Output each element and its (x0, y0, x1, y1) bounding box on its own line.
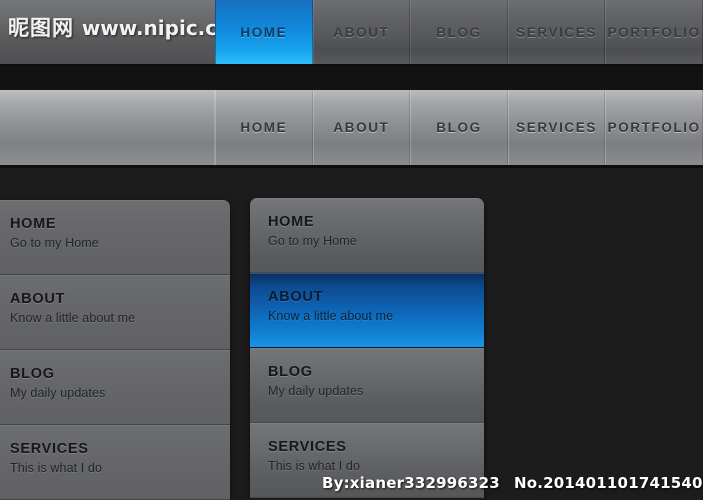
nav-second-label-services: SERVICES (516, 120, 597, 135)
nav-top-item-blog[interactable]: BLOG (410, 0, 508, 64)
dropdown-left-title-home: HOME (10, 216, 57, 232)
nav-second-label-portfolio: PORTFOLIO (607, 120, 701, 135)
dropdown-left-title-services: SERVICES (10, 441, 89, 457)
nav-top-item-services[interactable]: SERVICES (507, 0, 606, 64)
dropdown-right-item-about[interactable]: ABOUT Know a little about me (250, 273, 484, 348)
nav-top-item-about[interactable]: ABOUT (312, 0, 411, 64)
watermark-author: By:xianer332996323 (322, 474, 500, 492)
nav-top-label-home: HOME (240, 24, 288, 40)
dropdown-left-title-about: ABOUT (10, 291, 66, 307)
navbar-divider (0, 66, 703, 90)
dropdown-right-title-blog: BLOG (268, 364, 313, 380)
dropdown-right-sub-home: Go to my Home (268, 233, 357, 248)
menu-showcase-canvas: 昵图网 www.nipic.com HOME ABOUT BLOG SERVIC… (0, 0, 703, 500)
nav-top-label-blog: BLOG (436, 24, 482, 40)
watermark-asset-number: No.20140110174154061313 (513, 474, 703, 492)
nav-second-item-portfolio[interactable]: PORTFOLIO (605, 90, 703, 165)
dropdown-left-item-blog[interactable]: BLOG My daily updates (0, 350, 230, 425)
nav-second-item-home[interactable]: HOME (215, 90, 313, 165)
dropdown-right-sub-blog: My daily updates (268, 383, 364, 398)
dropdown-left-item-home[interactable]: HOME Go to my Home (0, 200, 230, 275)
primary-navbar-items: HOME ABOUT BLOG SERVICES PORTFOLIO (215, 0, 703, 64)
nav-top-label-about: ABOUT (333, 24, 390, 40)
nav-top-label-portfolio: PORTFOLIO (607, 24, 701, 40)
dropdown-right-sub-about: Know a little about me (268, 308, 394, 323)
dropdown-right-item-blog[interactable]: BLOG My daily updates (250, 348, 484, 423)
secondary-navbar: HOME ABOUT BLOG SERVICES PORTFOLIO (0, 90, 703, 168)
dropdown-left-sub-services: This is what I do (10, 460, 103, 475)
nav-second-item-blog[interactable]: BLOG (410, 90, 508, 165)
primary-navbar: 昵图网 www.nipic.com HOME ABOUT BLOG SERVIC… (0, 0, 703, 66)
nav-second-label-home: HOME (240, 120, 288, 135)
nav-second-label-about: ABOUT (333, 120, 390, 135)
navbar-brand-area: 昵图网 www.nipic.com (0, 0, 252, 64)
dropdown-panel-left: HOME Go to my Home ABOUT Know a little a… (0, 200, 230, 500)
nav-second-label-blog: BLOG (436, 120, 482, 135)
nav-second-item-services[interactable]: SERVICES (507, 90, 606, 165)
nav-top-label-services: SERVICES (516, 24, 597, 40)
dropdown-right-sub-services: This is what I do (268, 458, 361, 473)
dropdown-right-title-home: HOME (268, 214, 315, 230)
dropdown-right-title-about: ABOUT (268, 289, 324, 305)
dropdown-right-title-services: SERVICES (268, 439, 347, 455)
dropdown-left-sub-about: Know a little about me (10, 310, 136, 325)
nav-second-item-about[interactable]: ABOUT (312, 90, 411, 165)
nav-top-item-portfolio[interactable]: PORTFOLIO (605, 0, 703, 64)
watermark-chinese-text: 昵图网 (8, 16, 74, 40)
dropdown-left-sub-blog: My daily updates (10, 385, 106, 400)
dropdown-left-title-blog: BLOG (10, 366, 55, 382)
secondary-navbar-items: HOME ABOUT BLOG SERVICES PORTFOLIO (215, 90, 703, 165)
dropdown-left-item-services[interactable]: SERVICES This is what I do (0, 425, 230, 500)
dropdown-left-sub-home: Go to my Home (10, 235, 99, 250)
dropdown-left-item-about[interactable]: ABOUT Know a little about me (0, 275, 230, 350)
dropdown-right-item-home[interactable]: HOME Go to my Home (250, 198, 484, 273)
secondary-navbar-brand-area (0, 90, 215, 165)
nav-top-item-home[interactable]: HOME (215, 0, 313, 64)
dropdown-panel-right: HOME Go to my Home ABOUT Know a little a… (250, 198, 484, 500)
stock-photo-watermark-bottom: By:xianer332996323 No.201401101741540613… (322, 474, 703, 492)
